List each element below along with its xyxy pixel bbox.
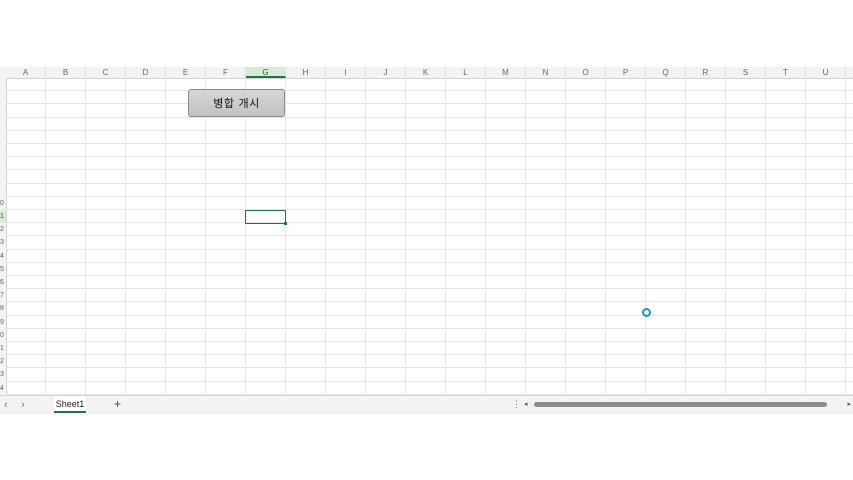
spreadsheet-area: ABCDEFGHIJKLMNOPQRSTU 012345678901234 xyxy=(0,67,853,395)
grid-vline xyxy=(565,78,566,395)
grid-hline xyxy=(6,354,853,356)
grid-vline xyxy=(605,78,606,395)
grid-vline xyxy=(685,78,686,395)
column-header-t[interactable]: T xyxy=(766,67,806,78)
grid-hline xyxy=(6,169,853,171)
column-header-f[interactable]: F xyxy=(206,67,246,78)
column-header-q[interactable]: Q xyxy=(646,67,686,78)
grid-hline xyxy=(6,235,853,237)
grid-vline xyxy=(205,78,206,395)
plus-icon[interactable]: + xyxy=(114,397,121,412)
active-cell-g11[interactable] xyxy=(245,210,286,224)
column-header-j[interactable]: J xyxy=(366,67,406,78)
column-header-g[interactable]: G xyxy=(246,67,286,78)
chevron-left-icon[interactable]: ‹ xyxy=(4,398,8,412)
cell-grid[interactable] xyxy=(6,78,853,395)
chevron-right-icon[interactable]: › xyxy=(21,398,25,412)
column-header-u[interactable]: U xyxy=(806,67,846,78)
grid-hline xyxy=(6,103,853,105)
grid-hline xyxy=(6,222,853,224)
grid-vline xyxy=(45,78,46,395)
scroll-right-icon[interactable]: ▸ xyxy=(847,400,851,410)
column-header-k[interactable]: K xyxy=(406,67,446,78)
column-header-p[interactable]: P xyxy=(606,67,646,78)
sheet-tab-sheet1[interactable]: Sheet1 xyxy=(54,396,86,413)
grid-hline xyxy=(6,314,853,316)
column-header-a[interactable]: A xyxy=(6,67,46,78)
grid-vline xyxy=(165,78,166,395)
grid-hline xyxy=(6,367,853,369)
column-header-s[interactable]: S xyxy=(726,67,766,78)
grid-hline xyxy=(6,156,853,158)
grid-hline xyxy=(6,301,853,303)
grid-vline xyxy=(805,78,806,395)
column-header-l[interactable]: L xyxy=(446,67,486,78)
grid-hline xyxy=(6,182,853,184)
grid-hline xyxy=(6,275,853,276)
merge-start-button[interactable]: 병합 개시 xyxy=(188,89,285,117)
grid-vline xyxy=(725,78,726,395)
column-header-o[interactable]: O xyxy=(566,67,606,78)
grid-hline xyxy=(6,195,853,197)
sheet-tab-bar: ‹ › Sheet1 + ⋮ ◂ ▸ xyxy=(0,395,853,414)
scroll-left-icon[interactable]: ◂ xyxy=(524,400,528,410)
column-header-b[interactable]: B xyxy=(46,67,86,78)
grid-hline xyxy=(6,261,853,263)
horizontal-scrollbar[interactable]: ◂ ▸ xyxy=(524,400,851,410)
grid-hline xyxy=(6,90,853,92)
column-header-n[interactable]: N xyxy=(526,67,566,78)
grid-vline xyxy=(405,78,406,395)
busy-cursor-icon xyxy=(642,308,651,317)
merge-start-button-label: 병합 개시 xyxy=(213,97,260,110)
column-header-m[interactable]: M xyxy=(486,67,526,78)
grid-vline xyxy=(245,78,246,395)
grid-vline xyxy=(845,78,846,395)
column-header-c[interactable]: C xyxy=(86,67,126,78)
grid-hline xyxy=(6,209,853,210)
column-header-r[interactable]: R xyxy=(686,67,726,78)
tab-split-handle[interactable]: ⋮ xyxy=(512,399,521,410)
grid-hline xyxy=(6,380,853,382)
grid-hline xyxy=(6,341,853,342)
grid-vline xyxy=(645,78,646,395)
grid-vline xyxy=(125,78,126,395)
grid-vline xyxy=(365,78,366,395)
grid-vline xyxy=(85,78,86,395)
grid-hline xyxy=(6,143,853,144)
grid-vline xyxy=(325,78,326,395)
fill-handle[interactable] xyxy=(284,222,287,225)
grid-vline xyxy=(285,78,286,395)
grid-hline xyxy=(6,116,853,118)
grid-hline xyxy=(6,248,853,250)
column-header-d[interactable]: D xyxy=(126,67,166,78)
grid-hline xyxy=(6,327,853,329)
grid-hline xyxy=(6,288,853,290)
column-header-h[interactable]: H xyxy=(286,67,326,78)
grid-hline xyxy=(6,129,853,131)
grid-vline xyxy=(765,78,766,395)
sheet-tab-label: Sheet1 xyxy=(55,399,85,409)
column-header-e[interactable]: E xyxy=(166,67,206,78)
grid-vline xyxy=(525,78,526,395)
grid-vline xyxy=(485,78,486,395)
column-header-i[interactable]: I xyxy=(326,67,366,78)
scrollbar-thumb[interactable] xyxy=(534,402,827,407)
grid-vline xyxy=(445,78,446,395)
